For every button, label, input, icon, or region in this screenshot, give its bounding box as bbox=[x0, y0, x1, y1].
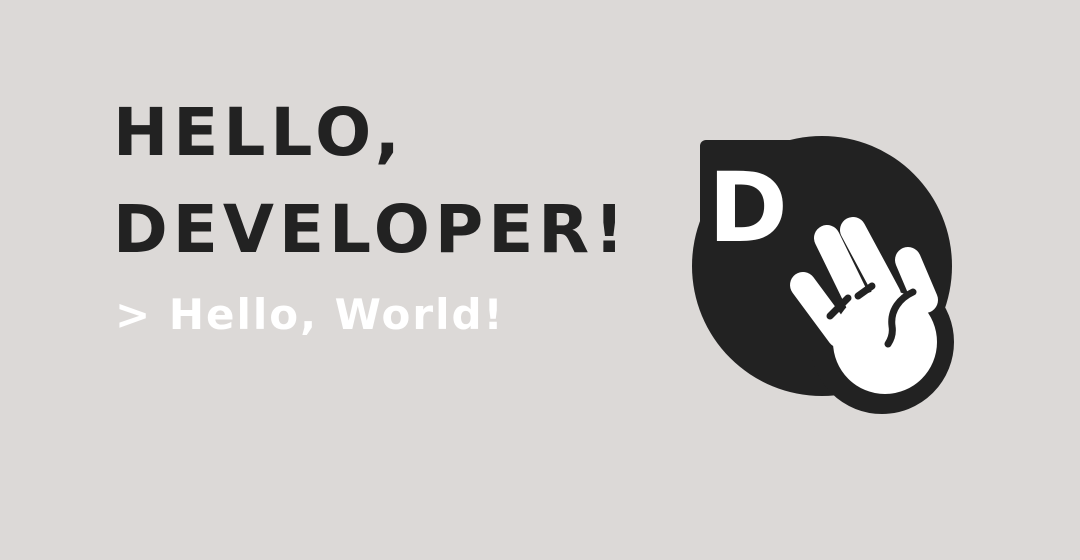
hello-world-prompt: > Hello, World! bbox=[115, 290, 505, 339]
greeting-heading: HELLO, DEVELOPER! bbox=[113, 84, 629, 278]
greeting-line-developer: DEVELOPER! bbox=[113, 191, 630, 268]
logo-letter-d: D bbox=[708, 152, 788, 264]
developer-logo: D bbox=[692, 136, 954, 414]
greeting-line-hello: HELLO, bbox=[113, 94, 405, 171]
